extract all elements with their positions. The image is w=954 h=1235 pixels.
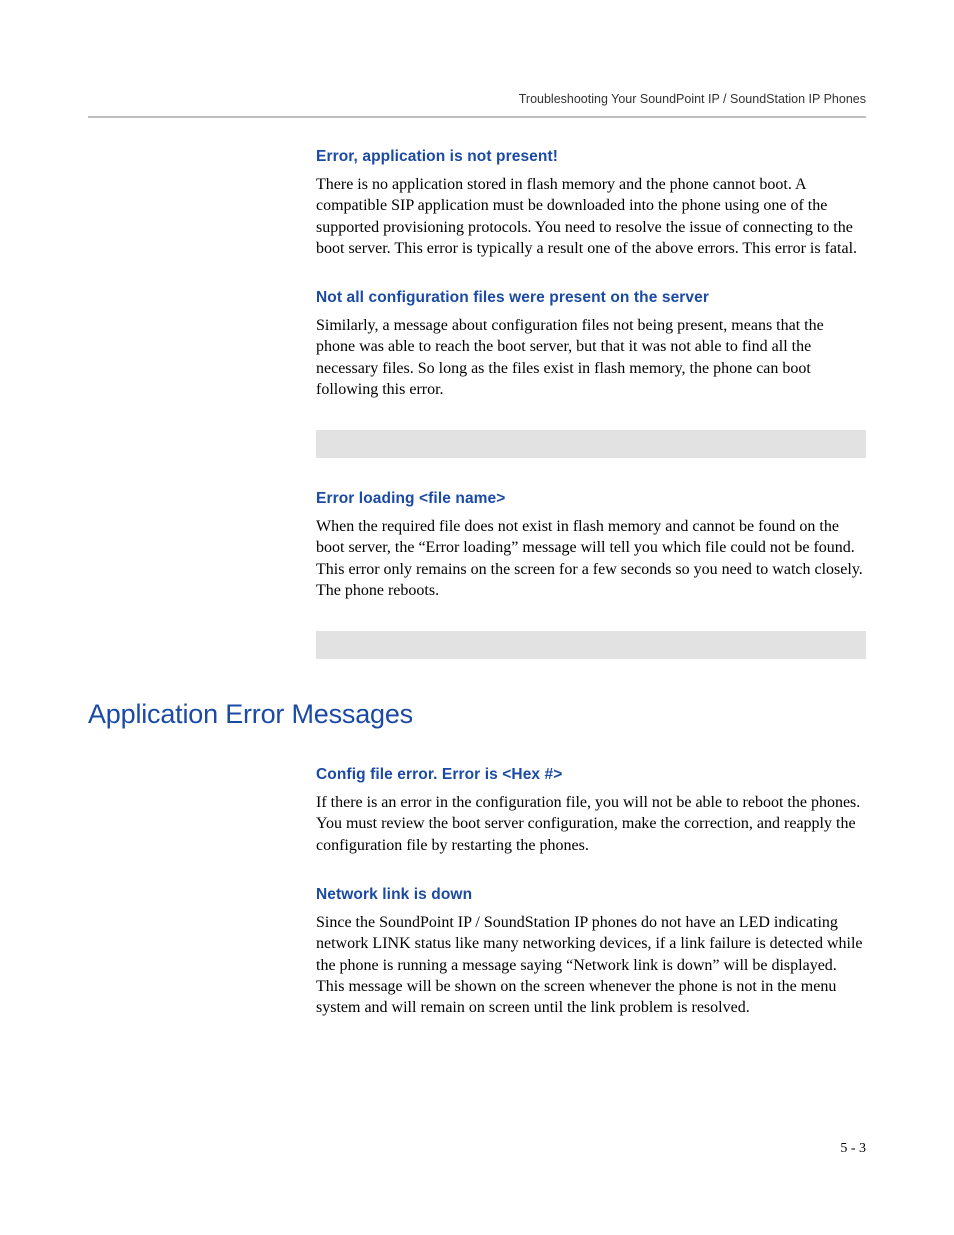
body-error-app-not-present: There is no application stored in flash …	[316, 174, 866, 259]
header-rule	[88, 116, 866, 118]
divider-band	[316, 430, 866, 458]
divider-band	[316, 631, 866, 659]
body-error-loading-file: When the required file does not exist in…	[316, 516, 866, 601]
section-heading-application-error-messages: Application Error Messages	[88, 699, 866, 730]
subheading-error-app-not-present: Error, application is not present!	[316, 148, 866, 166]
body-config-file-error: If there is an error in the configuratio…	[316, 792, 866, 856]
subheading-error-loading-file: Error loading <file name>	[316, 490, 866, 508]
subheading-config-files-missing: Not all configuration files were present…	[316, 289, 866, 307]
content-column: Error, application is not present! There…	[316, 148, 866, 659]
subheading-network-link-down: Network link is down	[316, 886, 866, 904]
content-column: Config file error. Error is <Hex #> If t…	[316, 766, 866, 1018]
body-network-link-down: Since the SoundPoint IP / SoundStation I…	[316, 912, 866, 1018]
page-number: 5 - 3	[840, 1141, 866, 1157]
body-config-files-missing: Similarly, a message about configuration…	[316, 315, 866, 400]
subheading-config-file-error: Config file error. Error is <Hex #>	[316, 766, 866, 784]
running-header: Troubleshooting Your SoundPoint IP / Sou…	[88, 92, 866, 106]
page-container: Troubleshooting Your SoundPoint IP / Sou…	[0, 0, 954, 1018]
